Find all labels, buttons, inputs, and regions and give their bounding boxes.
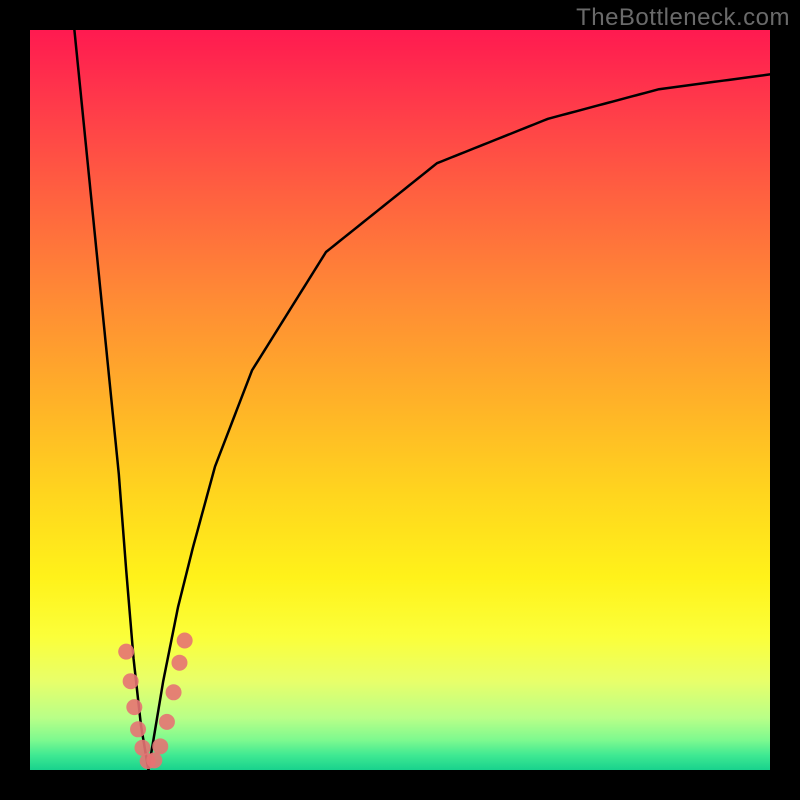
watermark-text: TheBottleneck.com	[576, 4, 790, 32]
marker-dot	[177, 633, 193, 649]
marker-dot	[123, 673, 139, 689]
marker-dot	[159, 714, 175, 730]
marker-dot	[166, 684, 182, 700]
marker-dot	[118, 644, 134, 660]
plot-area	[30, 30, 770, 770]
marker-dot	[171, 655, 187, 671]
marker-dot	[126, 699, 142, 715]
curve-layer	[30, 30, 770, 770]
chart-frame: TheBottleneck.com	[0, 0, 800, 800]
marker-dot	[130, 721, 146, 737]
series-bottleneck-right	[148, 74, 770, 770]
marker-dot	[152, 738, 168, 754]
marker-dot	[146, 752, 162, 768]
series-bottleneck-left	[74, 30, 148, 770]
